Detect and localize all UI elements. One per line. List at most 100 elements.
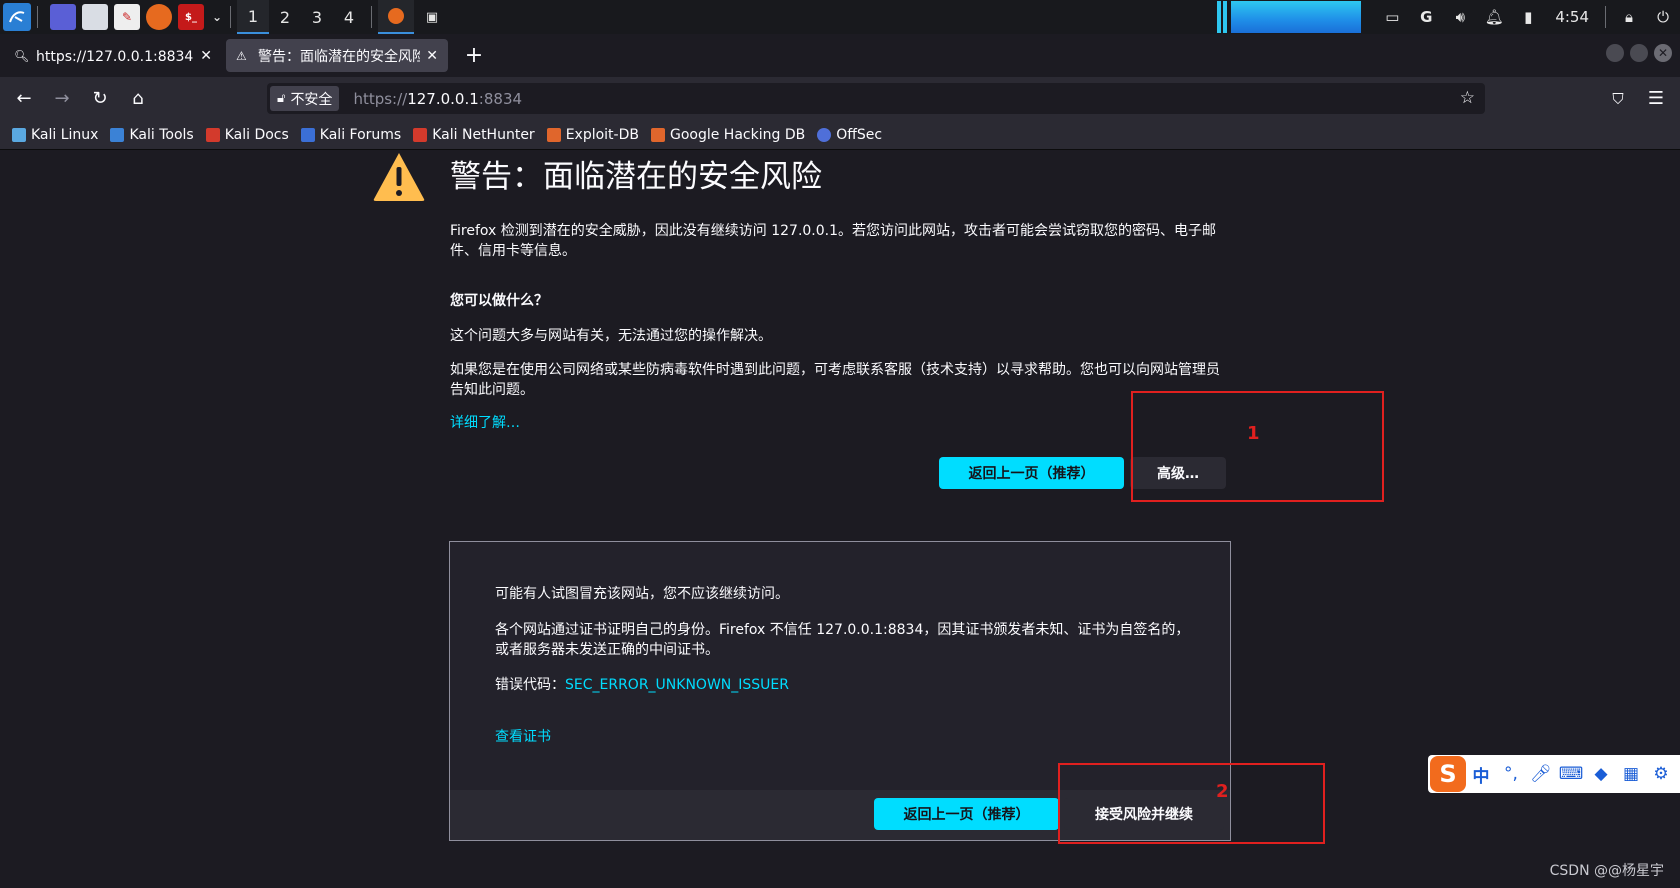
keyboard-icon[interactable]: ⌨ [1556, 764, 1586, 784]
bookmark-label: Kali Docs [224, 126, 289, 143]
page-content: 警告：面临潜在的安全风险 Firefox 检测到潜在的安全威胁，因此没有继续访问… [0, 151, 1680, 888]
annotation-number-1: 1 [1247, 423, 1260, 444]
volume-icon[interactable]: 🔊︎ [1443, 0, 1477, 34]
panel-separator [37, 6, 38, 28]
bookmark-exploit-db[interactable]: Exploit-DB [546, 126, 639, 143]
cpu-graph [1231, 1, 1362, 33]
panel-separator [230, 6, 231, 28]
minimize-button[interactable] [1606, 44, 1624, 62]
ime-punctuation[interactable]: °, [1496, 764, 1526, 784]
new-tab-button[interactable]: + [460, 43, 488, 68]
close-icon[interactable]: ✕ [200, 48, 212, 64]
forward-button[interactable]: → [44, 81, 80, 117]
bookmark-label: Kali Tools [129, 126, 194, 143]
g-icon[interactable]: G [1409, 0, 1443, 34]
bookmark-label: Exploit-DB [565, 126, 639, 143]
bookmarks-toolbar: Kali Linux Kali Tools Kali Docs Kali For… [0, 120, 1680, 150]
view-certificate-link[interactable]: 查看证书 [495, 726, 551, 746]
url-host: 127.0.0.1 [407, 89, 479, 108]
cpu-indicator [1223, 1, 1228, 33]
exploit-db-icon [546, 127, 561, 142]
bell-icon[interactable]: 🔔︎ [1477, 0, 1511, 34]
watermark: CSDN @@杨星宇 [1549, 863, 1664, 879]
url-port: :8834 [478, 89, 523, 108]
pocket-icon[interactable]: ⛉ [1600, 81, 1636, 117]
kali-menu-icon[interactable] [3, 3, 31, 31]
error-code-line: 错误代码：SEC_ERROR_UNKNOWN_ISSUER [495, 675, 1195, 695]
url-bar[interactable]: 🔓︎ 不安全 https://127.0.0.1:8834 ☆ [267, 83, 1485, 114]
annotation-number-2: 2 [1216, 781, 1229, 802]
go-back-button[interactable]: 返回上一页（推荐） [939, 457, 1124, 489]
panel-separator [1605, 6, 1606, 28]
intro-text: Firefox 检测到潜在的安全威胁，因此没有继续访问 127.0.0.1。若您… [450, 223, 1217, 259]
url-text[interactable]: https://127.0.0.1:8834 [353, 90, 522, 108]
nav-right-controls: ⛉ ☰ [1598, 77, 1680, 120]
bookmark-kali-forums[interactable]: Kali Forums [300, 126, 402, 143]
maximize-button[interactable] [1630, 44, 1648, 62]
bookmark-label: Kali Forums [319, 126, 402, 143]
apps-grid-icon[interactable]: ▦ [1616, 764, 1646, 784]
microphone-icon[interactable]: 🎤︎ [1526, 764, 1556, 784]
kali-nethunter-icon [413, 127, 428, 142]
taskbar-firefox-icon[interactable] [378, 0, 414, 34]
chevron-down-icon[interactable]: ⌄ [210, 4, 224, 30]
insecure-indicator[interactable]: 🔓︎ 不安全 [270, 86, 340, 111]
go-back-button-2[interactable]: 返回上一页（推荐） [874, 798, 1059, 830]
workspace-2[interactable]: 2 [269, 0, 301, 34]
back-button[interactable]: ← [6, 81, 42, 117]
reload-button[interactable]: ↻ [82, 81, 118, 117]
workspace-3[interactable]: 3 [301, 0, 333, 34]
kali-linux-icon [12, 127, 26, 142]
bookmark-kali-docs[interactable]: Kali Docs [205, 126, 289, 143]
workspace-1[interactable]: 1 [237, 0, 269, 34]
cpu-indicator [1217, 1, 1222, 33]
what-paragraph-1: 这个问题大多与网站有关，无法通过您的操作解决。 [450, 328, 772, 344]
star-icon[interactable]: ☆ [1460, 88, 1475, 108]
warning-icon: ⚠ [236, 48, 247, 63]
system-panel: ✎ $_ ⌄ 1 2 3 4 ▣ ▭ G 🔊︎ 🔔︎ ▮ 4:54 🔒︎ ⏻ [0, 0, 1680, 34]
system-tray: ▭ G 🔊︎ 🔔︎ ▮ 4:54 🔒︎ ⏻ [1217, 0, 1680, 34]
home-button[interactable]: ⌂ [120, 81, 156, 117]
bookmark-label: Kali Linux [31, 126, 99, 143]
window-controls: ✕ [1600, 44, 1672, 62]
terminal-launcher-icon[interactable]: $_ [178, 4, 204, 30]
error-code-link[interactable]: SEC_ERROR_UNKNOWN_ISSUER [565, 677, 789, 693]
learn-more-link[interactable]: 详细了解… [450, 412, 520, 432]
advanced-paragraph-1: 可能有人试图冒充该网站，您不应该继续访问。 [495, 586, 789, 602]
annotation-box-2 [1058, 763, 1325, 844]
firefox-launcher-icon[interactable] [146, 4, 172, 30]
file-manager-icon[interactable] [82, 4, 108, 30]
kali-tools-icon [110, 127, 125, 142]
lock-icon[interactable]: 🔒︎ [1612, 0, 1646, 34]
bookmark-kali-linux[interactable]: Kali Linux [12, 127, 98, 143]
desktop-icon[interactable] [50, 4, 76, 30]
close-icon[interactable]: ✕ [426, 48, 438, 64]
sogou-logo-icon[interactable]: S [1430, 756, 1466, 792]
skin-icon[interactable]: ◆ [1586, 764, 1616, 784]
ime-mode[interactable]: 中 [1466, 762, 1496, 787]
offsec-icon [817, 127, 832, 142]
close-window-button[interactable]: ✕ [1654, 44, 1672, 62]
bookmark-label: Kali NetHunter [432, 126, 535, 143]
power-icon[interactable]: ⏻ [1646, 0, 1680, 34]
bookmark-kali-tools[interactable]: Kali Tools [110, 126, 194, 143]
clock[interactable]: 4:54 [1545, 8, 1599, 26]
warning-icon [373, 153, 425, 201]
insecure-label: 不安全 [290, 91, 333, 108]
text-editor-icon[interactable]: ✎ [114, 4, 140, 30]
menu-icon[interactable]: ☰ [1638, 81, 1674, 117]
tab-warning[interactable]: ⚠ 警告：面临潜在的安全风险 ✕ [226, 39, 448, 72]
url-scheme: https:// [353, 89, 408, 108]
display-icon[interactable]: ▭ [1375, 0, 1409, 34]
bookmark-google-hacking-db[interactable]: Google Hacking DB [650, 127, 805, 143]
tab-title: 警告：面临潜在的安全风险 [258, 48, 421, 65]
tab-nessus[interactable]: 🔍︎ https://127.0.0.1:8834 - 接 ✕ [4, 39, 222, 72]
settings-icon[interactable]: ⚙ [1646, 764, 1676, 784]
tab-title: https://127.0.0.1:8834 - 接 [36, 48, 194, 65]
battery-icon[interactable]: ▮ [1511, 0, 1545, 34]
bookmark-label: OffSec [836, 126, 883, 143]
bookmark-kali-nethunter[interactable]: Kali NetHunter [413, 126, 535, 143]
bookmark-offsec[interactable]: OffSec [817, 127, 882, 143]
taskbar-terminal-icon[interactable]: ▣ [414, 0, 450, 34]
workspace-4[interactable]: 4 [333, 0, 365, 34]
